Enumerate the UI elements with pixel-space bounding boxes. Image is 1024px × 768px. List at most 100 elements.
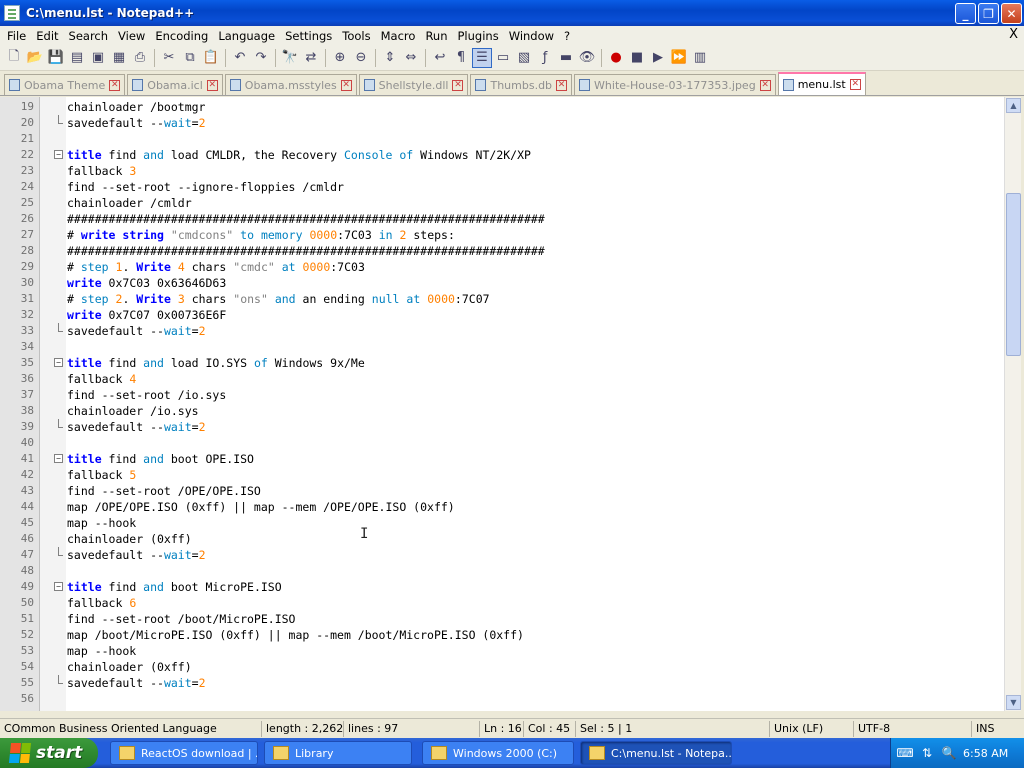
copy-icon[interactable]: ⧉ xyxy=(180,48,200,68)
close-file-icon[interactable]: ▣ xyxy=(88,48,108,68)
menu-view[interactable]: View xyxy=(113,29,150,43)
doc-map-icon[interactable]: ▧ xyxy=(514,48,534,68)
scroll-down-icon[interactable]: ▼ xyxy=(1006,695,1021,710)
network-icon[interactable]: ⇅ xyxy=(919,745,935,761)
taskbar-item-reactos[interactable]: ReactOS download | ... xyxy=(110,741,258,765)
code-line[interactable]: 43 find --set-root /OPE/OPE.ISO xyxy=(0,483,1004,499)
title-bar[interactable]: C:\menu.lst - Notepad++ _ ❐ ✕ xyxy=(0,0,1024,26)
minimize-button[interactable]: _ xyxy=(955,3,976,24)
zoom-out-icon[interactable]: ⊖ xyxy=(351,48,371,68)
close-tab-icon[interactable]: ✕ xyxy=(109,79,121,91)
clock[interactable]: 6:58 AM xyxy=(963,747,1008,760)
tab-obama-msstyles[interactable]: Obama.msstyles ✕ xyxy=(224,74,357,95)
menu-help[interactable]: ? xyxy=(559,29,575,43)
menu-tools[interactable]: Tools xyxy=(337,29,375,43)
code-line[interactable]: 30 write 0x7C03 0x63646D63 xyxy=(0,275,1004,291)
code-line[interactable]: 34 xyxy=(0,339,1004,355)
new-file-icon[interactable]: 🗋 xyxy=(4,48,24,68)
code-line[interactable]: 35 − title find and load IO.SYS of Windows… xyxy=(0,355,1004,371)
paste-icon[interactable]: 📋 xyxy=(201,48,221,68)
tab-menu-lst[interactable]: menu.lst ✕ xyxy=(777,72,866,95)
code-line[interactable]: 31 # step 2. Write 3 chars "ons" and an e… xyxy=(0,291,1004,307)
close-tab-icon[interactable]: ✕ xyxy=(849,79,861,90)
code-line[interactable]: 42 fallback 5 xyxy=(0,467,1004,483)
code-line[interactable]: 36 fallback 4 xyxy=(0,371,1004,387)
fold-collapse-icon[interactable]: − xyxy=(54,150,63,159)
scroll-up-icon[interactable]: ▲ xyxy=(1006,98,1021,113)
code-line[interactable]: 55 savedefault --wait=2 xyxy=(0,675,1004,691)
run-macro-multiple-icon[interactable]: ⏩ xyxy=(669,48,689,68)
code-line[interactable]: 45 map --hook xyxy=(0,515,1004,531)
code-line[interactable]: 41 − title find and boot OPE.ISO xyxy=(0,451,1004,467)
close-button[interactable]: ✕ xyxy=(1001,3,1022,24)
menu-plugins[interactable]: Plugins xyxy=(453,29,504,43)
code-line[interactable]: 37 find --set-root /io.sys xyxy=(0,387,1004,403)
tab-white-house-jpeg[interactable]: White-House-03-177353.jpeg ✕ xyxy=(574,74,776,95)
code-line[interactable]: 44 map /OPE/OPE.ISO (0xff) || map --mem /… xyxy=(0,499,1004,515)
code-line[interactable]: 24 find --set-root --ignore-floppies /cml… xyxy=(0,179,1004,195)
menu-encoding[interactable]: Encoding xyxy=(150,29,213,43)
fold-collapse-icon[interactable]: − xyxy=(54,582,63,591)
code-line[interactable]: 28 ######################################… xyxy=(0,243,1004,259)
code-line[interactable]: 32 write 0x7C07 0x00736E6F xyxy=(0,307,1004,323)
menu-window[interactable]: Window xyxy=(504,29,559,43)
indent-guide-icon[interactable]: ☰ xyxy=(472,47,492,68)
code-line[interactable]: 47 savedefault --wait=2 xyxy=(0,547,1004,563)
code-line[interactable]: 20 savedefault --wait=2 xyxy=(0,115,1004,131)
print-icon[interactable]: ⎙ xyxy=(130,48,150,68)
code-line[interactable]: 49 − title find and boot MicroPE.ISO xyxy=(0,579,1004,595)
code-line[interactable]: 38 chainloader /io.sys xyxy=(0,403,1004,419)
find-icon[interactable]: 🔭 xyxy=(280,48,300,68)
replace-icon[interactable]: ⇄ xyxy=(301,48,321,68)
stop-macro-icon[interactable]: ■ xyxy=(627,48,647,68)
sync-horizontal-icon[interactable]: ⇔ xyxy=(401,48,421,68)
start-button[interactable]: start xyxy=(0,738,98,768)
tab-thumbs-db[interactable]: Thumbs.db ✕ xyxy=(470,74,573,95)
tab-obama-icl[interactable]: Obama.icl ✕ xyxy=(127,74,223,95)
menu-file[interactable]: File xyxy=(2,29,31,43)
folder-workspace-icon[interactable]: ▬ xyxy=(556,48,576,68)
menu-settings[interactable]: Settings xyxy=(280,29,337,43)
menu-language[interactable]: Language xyxy=(213,29,280,43)
menu-run[interactable]: Run xyxy=(420,29,452,43)
code-line[interactable]: 50 fallback 6 xyxy=(0,595,1004,611)
save-icon[interactable]: 💾 xyxy=(46,48,66,68)
close-tab-icon[interactable]: ✕ xyxy=(340,79,352,91)
keyboard-icon[interactable]: ⌨ xyxy=(896,745,913,761)
open-file-icon[interactable]: 📂 xyxy=(25,48,45,68)
code-line[interactable]: 39 savedefault --wait=2 xyxy=(0,419,1004,435)
fold-collapse-icon[interactable]: − xyxy=(54,454,63,463)
code-line[interactable]: 26 ######################################… xyxy=(0,211,1004,227)
code-line[interactable]: 23 fallback 3 xyxy=(0,163,1004,179)
close-tab-icon[interactable]: ✕ xyxy=(452,79,464,91)
close-tab-icon[interactable]: ✕ xyxy=(206,79,218,91)
code-line[interactable]: 54 chainloader (0xff) xyxy=(0,659,1004,675)
show-all-chars-icon[interactable]: ¶ xyxy=(451,48,471,68)
maximize-button[interactable]: ❐ xyxy=(978,3,999,24)
user-lang-icon[interactable]: ▭ xyxy=(493,48,513,68)
taskbar-item-notepad[interactable]: C:\menu.lst - Notepa... xyxy=(580,741,732,765)
undo-icon[interactable]: ↶ xyxy=(230,48,250,68)
taskbar-item-windows-2000[interactable]: Windows 2000 (C:) xyxy=(422,741,574,765)
close-all-icon[interactable]: ▦ xyxy=(109,48,129,68)
sync-vertical-icon[interactable]: ⇕ xyxy=(380,48,400,68)
code-line[interactable]: 48 xyxy=(0,563,1004,579)
menu-search[interactable]: Search xyxy=(64,29,114,43)
status-eol[interactable]: Unix (LF) xyxy=(770,720,854,737)
code-line[interactable]: 46 chainloader (0xff) xyxy=(0,531,1004,547)
code-line[interactable]: 51 find --set-root /boot/MicroPE.ISO xyxy=(0,611,1004,627)
code-line[interactable]: 53 map --hook xyxy=(0,643,1004,659)
scrollbar-thumb[interactable] xyxy=(1006,193,1021,356)
search-icon[interactable]: 🔍 xyxy=(941,745,957,761)
vertical-scrollbar[interactable]: ▲ ▼ xyxy=(1004,97,1021,711)
save-macro-icon[interactable]: ▥ xyxy=(690,48,710,68)
code-line[interactable]: 25 chainloader /cmldr xyxy=(0,195,1004,211)
monitoring-icon[interactable]: 👁 xyxy=(577,48,597,68)
menu-edit[interactable]: Edit xyxy=(31,29,63,43)
word-wrap-icon[interactable]: ↩ xyxy=(430,48,450,68)
code-line[interactable]: 22 − title find and load CMLDR, the Recove… xyxy=(0,147,1004,163)
code-line[interactable]: 40 xyxy=(0,435,1004,451)
cut-icon[interactable]: ✂ xyxy=(159,48,179,68)
code-line[interactable]: 21 xyxy=(0,131,1004,147)
menu-macro[interactable]: Macro xyxy=(376,29,421,43)
